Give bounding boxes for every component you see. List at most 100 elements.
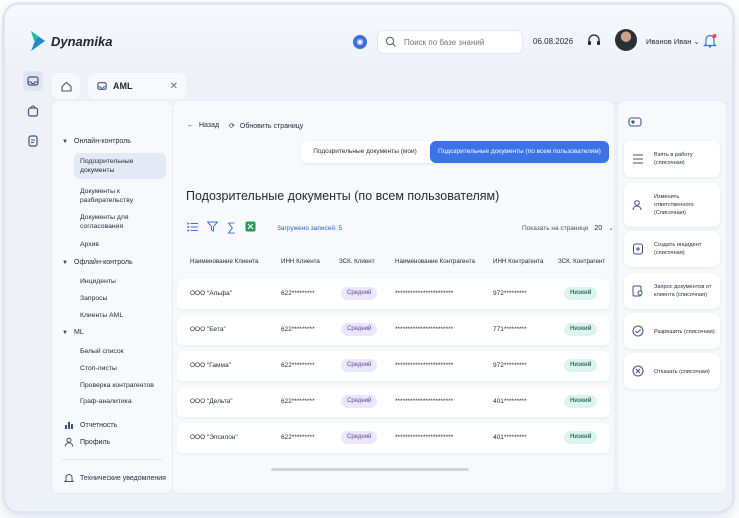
create-incident-button[interactable]: Создать инцидент (списочная) [624, 231, 720, 267]
status-badge: Низкий [564, 287, 598, 300]
take-to-work-button[interactable]: Взять в работу (списочная) [624, 141, 720, 177]
panel-toggle-icon[interactable] [628, 116, 642, 128]
nav-item-stoplists[interactable]: Стоп-листы [80, 364, 166, 373]
nav-item-archive[interactable]: Архив [80, 240, 166, 249]
reject-button[interactable]: Отказать (списочная) [624, 353, 720, 389]
nav-item-graph-analytics[interactable]: Граф-аналитика [80, 397, 166, 406]
refresh-button[interactable]: ⟳ Обновить страницу [229, 122, 304, 131]
nav-item-aml-clients[interactable]: Клиенты AML [80, 311, 166, 320]
action-label: Разрешить (списочная) [654, 329, 715, 335]
cell-counterparty: *********************** [395, 434, 454, 441]
action-label: Взять в работу (списочная) [654, 152, 693, 166]
horizontal-scrollbar[interactable] [271, 468, 469, 471]
nav-item-docs-to-review[interactable]: Документы к разбирательству [80, 187, 166, 205]
action-label: Запрос документов от клиента (списочная) [654, 284, 712, 298]
status-badge: Средний [341, 395, 378, 408]
cell-counterparty: *********************** [395, 326, 454, 333]
cell-client: ООО "Бета" [190, 326, 226, 333]
sum-icon[interactable]: ∑ [227, 221, 236, 233]
section-ml[interactable]: ▼ ML [62, 329, 84, 336]
table-row[interactable]: ООО "Гамма" 622********* Средний *******… [177, 351, 610, 381]
assistant-owl-icon[interactable]: ◉ [353, 35, 367, 49]
close-icon[interactable]: ✕ [170, 81, 178, 92]
side-navigation: ▼ Онлайн-контроль Подозрительные докумен… [51, 100, 173, 494]
cell-client: ООО "Дельта" [190, 398, 233, 405]
tab-aml[interactable]: AML ✕ [88, 73, 186, 99]
table-row[interactable]: ООО "Бета" 622********* Средний ********… [177, 315, 610, 345]
table-row[interactable]: ООО "Дельта" 622********* Средний ******… [177, 387, 610, 417]
user-menu[interactable]: Иванов Иван ⌄ [646, 37, 700, 46]
headset-icon[interactable] [587, 34, 601, 48]
inbox-icon [97, 82, 107, 90]
status-badge: Низкий [564, 431, 598, 444]
cell-client: ООО "Альфа" [190, 290, 233, 297]
section-online-control[interactable]: ▼ Онлайн-контроль [62, 138, 131, 145]
cell-client-inn: 622********* [281, 362, 315, 369]
col-client-name[interactable]: Наименование Клиента [190, 258, 258, 265]
tab-home[interactable] [52, 73, 80, 99]
list-icon[interactable] [187, 222, 198, 232]
nav-item-suspicious-docs[interactable]: Подозрительные документы [74, 153, 166, 179]
chevron-down-icon: ▼ [62, 259, 68, 266]
rail-bag[interactable] [23, 101, 43, 121]
nav-label: Технические уведомления [80, 474, 166, 482]
chevron-down-icon: ⌄ [608, 225, 614, 232]
tab-my-documents[interactable]: Подозрительные документы (мои) [301, 141, 429, 163]
current-date: 06.08.2026 [533, 37, 574, 46]
document-icon [28, 135, 38, 147]
avatar[interactable] [615, 29, 637, 51]
bell-icon [64, 474, 74, 482]
cell-client: ООО "Гамма" [190, 362, 231, 369]
section-offline-control[interactable]: ▼ Офлайн-контроль [62, 259, 133, 266]
nav-item-tech-notifications[interactable]: Технические уведомления [64, 473, 166, 483]
rail-document[interactable] [23, 131, 43, 151]
table-row[interactable]: ООО "Альфа" 622********* Средний *******… [177, 279, 610, 309]
excel-icon[interactable] [245, 221, 256, 232]
nav-item-docs-for-approval[interactable]: Документы для согласования [80, 213, 166, 231]
refresh-label: Обновить страницу [239, 122, 304, 130]
col-counterparty-name[interactable]: Наименование Контрагента [395, 258, 475, 265]
col-client-inn[interactable]: ИНН Клиента [281, 258, 320, 265]
status-badge: Средний [341, 287, 378, 300]
search-input[interactable] [402, 36, 516, 48]
col-counterparty-inn[interactable]: ИНН Контрагента [493, 258, 543, 265]
bell-icon[interactable] [703, 33, 717, 48]
cell-counterparty: *********************** [395, 290, 454, 297]
tab-all-users-documents[interactable]: Подозрительные документы (по всем пользо… [430, 141, 609, 163]
knowledge-search[interactable] [377, 30, 523, 54]
nav-item-requests[interactable]: Запросы [80, 294, 166, 303]
change-responsible-button[interactable]: Изменить ответственного (Списочная) [624, 183, 720, 227]
logo[interactable]: Dynamika [31, 31, 112, 51]
filter-icon[interactable] [207, 221, 218, 232]
section-label: Онлайн-контроль [74, 138, 131, 145]
per-page-select[interactable]: Показать на странице 20 ⌄ [522, 224, 614, 233]
cell-counterparty-inn: 972********* [493, 362, 527, 369]
cancel-circle-icon [632, 365, 644, 377]
status-badge: Низкий [564, 359, 598, 372]
table-toolbar: ∑ [187, 221, 256, 233]
cell-counterparty-inn: 771********* [493, 326, 527, 333]
request-documents-button[interactable]: Запрос документов от клиента (списочная) [624, 273, 720, 309]
cell-counterparty-inn: 401********* [493, 434, 527, 441]
allow-button[interactable]: Разрешить (списочная) [624, 313, 720, 349]
module-rail [23, 71, 45, 161]
back-button[interactable]: ← Назад [187, 122, 219, 129]
col-client-zsk[interactable]: ЗСК. Клиент [339, 258, 375, 265]
nav-item-counterparty-check[interactable]: Проверка контрагентов [80, 381, 166, 390]
nav-item-profile[interactable]: Профиль [64, 437, 110, 447]
cell-client-inn: 622********* [281, 398, 315, 405]
nav-item-whitelist[interactable]: Белый список [80, 347, 166, 356]
nav-item-reports[interactable]: Отчетность [64, 420, 117, 430]
back-label: Назад [199, 122, 220, 129]
col-counterparty-zsk[interactable]: ЗСК. Контрагент [558, 258, 605, 265]
status-badge: Средний [341, 323, 378, 336]
table-header: Наименование Клиента ИНН Клиента ЗСК. Кл… [173, 251, 614, 271]
tab-aml-label: AML [113, 81, 133, 91]
action-label: Создать инцидент (списочная) [654, 242, 702, 256]
nav-item-incidents[interactable]: Инциденты [80, 277, 166, 286]
bag-icon [27, 105, 39, 117]
table-row[interactable]: ООО "Эпсилон" 622********* Средний *****… [177, 423, 610, 453]
rail-inbox[interactable] [23, 71, 43, 91]
logo-mark-icon [31, 31, 45, 51]
user-icon [64, 437, 74, 447]
